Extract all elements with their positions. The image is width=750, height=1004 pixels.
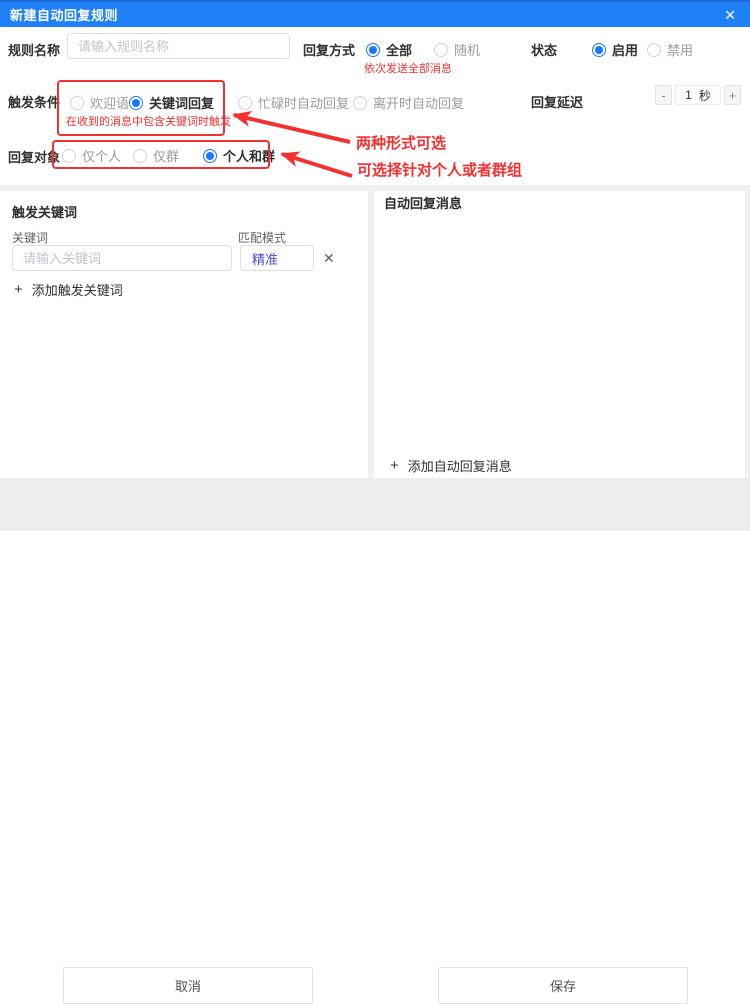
rule-name-label: 规则名称: [8, 40, 60, 59]
radio-trigger-keyword[interactable]: 关键词回复: [129, 93, 214, 112]
save-button[interactable]: 保存: [438, 967, 688, 1004]
radio-label: 禁用: [667, 40, 693, 59]
radio-label: 全部: [386, 40, 412, 59]
add-auto-reply-message-label: 添加自动回复消息: [408, 456, 512, 475]
radio-trigger-welcome[interactable]: 欢迎语: [70, 93, 129, 112]
keyword-label: 关键词: [12, 229, 48, 246]
cancel-button[interactable]: 取消: [63, 967, 313, 1004]
annotation-note-trigger: 两种形式可选: [356, 132, 446, 153]
status-label: 状态: [531, 40, 557, 59]
radio-label: 仅群: [153, 146, 179, 165]
radio-reply-mode-random[interactable]: 随机: [434, 40, 480, 59]
plus-icon: +: [390, 458, 399, 473]
radio-selected-icon: [366, 43, 380, 57]
remove-keyword-icon[interactable]: ✕: [323, 251, 335, 265]
reply-target-label: 回复对象: [8, 147, 60, 166]
radio-selected-icon: [592, 43, 606, 57]
delay-number: 1: [685, 88, 692, 102]
add-auto-reply-message-button[interactable]: + 添加自动回复消息: [390, 456, 512, 475]
radio-unselected-icon: [70, 96, 84, 110]
radio-label: 随机: [454, 40, 480, 59]
radio-target-person[interactable]: 仅个人: [62, 146, 121, 165]
match-mode-select[interactable]: 精准: [240, 245, 314, 271]
radio-label: 忙碌时自动回复: [258, 93, 349, 112]
trigger-keywords-panel: [0, 191, 368, 478]
radio-label: 仅个人: [82, 146, 121, 165]
radio-label: 关键词回复: [149, 93, 214, 112]
radio-target-group[interactable]: 仅群: [133, 146, 179, 165]
radio-unselected-icon: [238, 96, 252, 110]
radio-status-enabled[interactable]: 启用: [592, 40, 638, 59]
close-icon[interactable]: ✕: [720, 6, 740, 24]
radio-selected-icon: [129, 96, 143, 110]
dialog-footer: 取消 保存: [0, 478, 750, 531]
radio-label: 离开时自动回复: [373, 93, 464, 112]
radio-selected-icon: [203, 149, 217, 163]
keyword-input[interactable]: [12, 245, 232, 271]
trigger-condition-hint: 在收到的消息中包含关键词时触发: [66, 113, 231, 129]
auto-reply-messages-panel: [374, 191, 745, 478]
radio-unselected-icon: [353, 96, 367, 110]
radio-unselected-icon: [62, 149, 76, 163]
plus-icon: +: [14, 282, 23, 297]
message-panel-title: 自动回复消息: [384, 193, 462, 212]
reply-delay-stepper: - 1 秒 +: [655, 85, 741, 105]
dialog-title: 新建自动回复规则: [10, 5, 118, 24]
rule-name-input[interactable]: [67, 33, 290, 59]
radio-trigger-busy[interactable]: 忙碌时自动回复: [238, 93, 349, 112]
annotation-arrow-target: [282, 154, 352, 176]
radio-label: 启用: [612, 40, 638, 59]
reply-mode-hint: 依次发送全部消息: [364, 60, 452, 76]
dialog-titlebar: 新建自动回复规则 ✕: [0, 0, 750, 27]
annotation-arrow-trigger: [234, 115, 350, 142]
add-trigger-keyword-label: 添加触发关键词: [32, 280, 123, 299]
radio-reply-mode-all[interactable]: 全部: [366, 40, 412, 59]
delay-minus-button[interactable]: -: [655, 85, 672, 105]
match-mode-label: 匹配模式: [238, 229, 286, 246]
radio-label: 个人和群: [223, 146, 275, 165]
delay-unit: 秒: [699, 87, 711, 104]
annotation-note-target: 可选择针对个人或者群组: [357, 159, 522, 180]
add-trigger-keyword-button[interactable]: + 添加触发关键词: [14, 280, 123, 299]
radio-unselected-icon: [647, 43, 661, 57]
radio-unselected-icon: [434, 43, 448, 57]
radio-label: 欢迎语: [90, 93, 129, 112]
delay-value: 1 秒: [675, 85, 721, 105]
reply-mode-label: 回复方式: [303, 40, 355, 59]
radio-target-both[interactable]: 个人和群: [203, 146, 275, 165]
keyword-panel-title: 触发关键词: [12, 202, 77, 221]
radio-trigger-away[interactable]: 离开时自动回复: [353, 93, 464, 112]
radio-status-disabled[interactable]: 禁用: [647, 40, 693, 59]
radio-unselected-icon: [133, 149, 147, 163]
reply-delay-label: 回复延迟: [531, 92, 583, 111]
match-mode-value: 精准: [252, 249, 278, 268]
trigger-condition-label: 触发条件: [8, 92, 60, 111]
delay-plus-button[interactable]: +: [724, 85, 741, 105]
